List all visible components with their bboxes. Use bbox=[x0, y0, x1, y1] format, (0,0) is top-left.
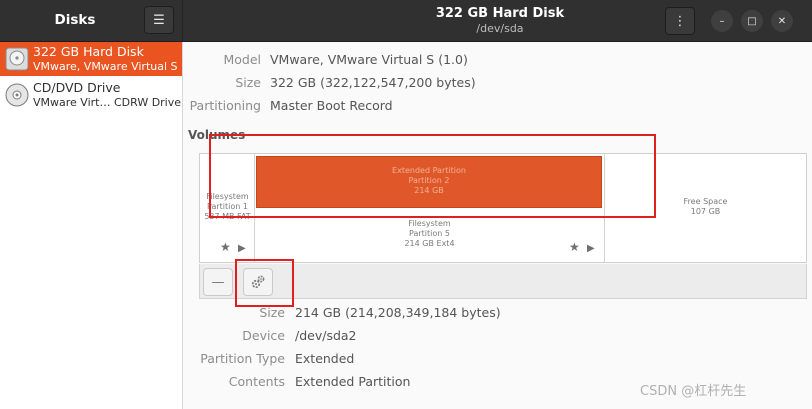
sidebar-item-name: 322 GB Hard Disk bbox=[33, 44, 144, 59]
volume-size-label: Size bbox=[259, 305, 285, 320]
sidebar-header: Disks ☰ bbox=[0, 0, 183, 42]
extended-partition-segment[interactable]: Extended Partition Partition 2 214 GB bbox=[256, 156, 602, 208]
sidebar-item-description: VMware Virt… CDRW Drive bbox=[33, 96, 182, 109]
volume-toolbar: — bbox=[199, 264, 807, 299]
minus-icon: — bbox=[211, 274, 225, 290]
model-label: Model bbox=[223, 52, 261, 67]
watermark: CSDN @杠杆先生 bbox=[640, 384, 747, 399]
extended-partition-type: Extended Partition bbox=[392, 166, 466, 175]
partitioning-value: Master Boot Record bbox=[270, 98, 393, 113]
close-icon: ✕ bbox=[777, 15, 787, 27]
delete-partition-button[interactable]: — bbox=[203, 268, 233, 296]
volume-device-label: Device bbox=[242, 328, 285, 343]
maximize-button[interactable]: □ bbox=[741, 10, 763, 32]
partition-1-size: 537 MB FAT bbox=[204, 212, 251, 221]
disk-details-pane: Model VMware, VMware Virtual S (1.0) Siz… bbox=[184, 42, 812, 409]
hard-disk-icon bbox=[5, 47, 29, 71]
volume-map: Filesystem Partition 1 537 MB FAT ★ ▶ Ex… bbox=[199, 153, 807, 263]
star-icon: ★ bbox=[220, 240, 231, 254]
model-value: VMware, VMware Virtual S (1.0) bbox=[270, 52, 468, 67]
sidebar-item-hard-disk[interactable]: 322 GB Hard Disk VMware, VMware Virtual … bbox=[0, 42, 182, 76]
partition-1-segment[interactable]: Filesystem Partition 1 537 MB FAT ★ ▶ bbox=[200, 154, 255, 262]
partition-5-name: Partition 5 bbox=[409, 229, 450, 238]
size-label: Size bbox=[235, 75, 261, 90]
play-icon: ▶ bbox=[587, 243, 595, 254]
volumes-heading: Volumes bbox=[188, 128, 246, 142]
partition-type-value: Extended bbox=[295, 351, 355, 366]
maximize-icon: □ bbox=[747, 15, 757, 27]
minimize-icon: – bbox=[719, 15, 725, 27]
partition-5-fs: Filesystem bbox=[408, 219, 451, 228]
minimize-button[interactable]: – bbox=[711, 10, 733, 32]
extended-partition-container: Extended Partition Partition 2 214 GB Fi… bbox=[255, 154, 604, 262]
window-subtitle: /dev/sda bbox=[476, 22, 524, 35]
sidebar-item-description: VMware, VMware Virtual S bbox=[33, 60, 178, 73]
partition-options-button[interactable] bbox=[243, 268, 273, 296]
free-space-segment[interactable]: Free Space 107 GB bbox=[604, 154, 806, 262]
kebab-menu-icon: ⋮ bbox=[673, 13, 687, 29]
contents-label: Contents bbox=[228, 374, 285, 389]
sidebar-item-name: CD/DVD Drive bbox=[33, 80, 121, 95]
partition-1-fs: Filesystem bbox=[206, 192, 249, 201]
extended-partition-size: 214 GB bbox=[414, 186, 444, 195]
partition-5-size: 214 GB Ext4 bbox=[404, 239, 455, 248]
close-button[interactable]: ✕ bbox=[771, 10, 793, 32]
disk-menu-button[interactable]: ⋮ bbox=[665, 7, 695, 35]
free-space-size: 107 GB bbox=[690, 207, 721, 216]
partitioning-label: Partitioning bbox=[189, 98, 261, 113]
size-value: 322 GB (322,122,547,200 bytes) bbox=[270, 75, 476, 90]
gears-icon bbox=[251, 275, 265, 289]
star-icon: ★ bbox=[569, 240, 580, 254]
hamburger-menu-button[interactable]: ☰ bbox=[144, 6, 174, 34]
app-title: Disks bbox=[54, 12, 96, 28]
header-bar: Disks ☰ 322 GB Hard Disk /dev/sda ⋮ – □ … bbox=[0, 0, 812, 42]
sidebar: 322 GB Hard Disk VMware, VMware Virtual … bbox=[0, 42, 183, 409]
volume-device-value: /dev/sda2 bbox=[295, 328, 357, 343]
partition-5-segment[interactable]: Filesystem Partition 5 214 GB Ext4 ★ ▶ bbox=[255, 212, 604, 262]
extended-partition-name: Partition 2 bbox=[408, 176, 450, 185]
contents-value: Extended Partition bbox=[295, 374, 411, 389]
play-icon: ▶ bbox=[238, 243, 246, 254]
sidebar-item-cd-dvd-drive[interactable]: CD/DVD Drive VMware Virt… CDRW Drive bbox=[0, 78, 182, 112]
partition-1-name: Partition 1 bbox=[207, 202, 248, 211]
volume-size-value: 214 GB (214,208,349,184 bytes) bbox=[295, 305, 501, 320]
free-space-label: Free Space bbox=[683, 197, 728, 206]
optical-disc-icon bbox=[5, 83, 29, 107]
window-title: 322 GB Hard Disk bbox=[435, 6, 565, 21]
hamburger-menu-icon: ☰ bbox=[153, 12, 165, 28]
partition-type-label: Partition Type bbox=[200, 351, 285, 366]
